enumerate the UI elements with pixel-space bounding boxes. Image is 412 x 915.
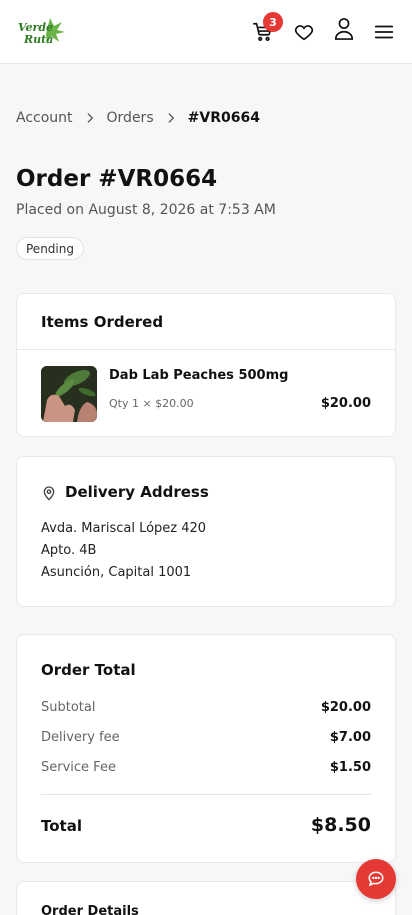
heart-icon bbox=[294, 25, 314, 41]
location-pin-icon bbox=[43, 486, 55, 501]
menu-button[interactable] bbox=[372, 18, 396, 46]
logo-leaf-icon: Verde Ruta bbox=[18, 18, 65, 46]
order-details-heading: Order Details bbox=[41, 904, 139, 915]
brand-logo[interactable]: Verde Ruta bbox=[16, 16, 66, 48]
divider bbox=[17, 349, 395, 350]
total-label: Total bbox=[41, 817, 82, 835]
order-details-card: Order Details bbox=[16, 881, 396, 915]
items-ordered-heading: Items Ordered bbox=[41, 313, 164, 331]
menu-icon bbox=[374, 25, 394, 39]
breadcrumb: Account Orders #VR0664 bbox=[16, 108, 260, 128]
subtotal-label: Subtotal bbox=[41, 700, 96, 715]
delivery-fee-value: $7.00 bbox=[329, 730, 371, 745]
order-total-heading: Order Total bbox=[41, 661, 136, 679]
divider bbox=[41, 794, 371, 795]
address-line: Avda. Mariscal López 420 bbox=[41, 521, 207, 536]
breadcrumb-orders-link[interactable]: Orders bbox=[107, 110, 154, 126]
svg-text:Ruta: Ruta bbox=[23, 33, 53, 46]
product-thumbnail[interactable] bbox=[41, 366, 97, 422]
order-total-card: Order Total Subtotal $20.00 Delivery fee… bbox=[16, 634, 396, 863]
item-price: $20.00 bbox=[320, 396, 371, 411]
top-navigation-bar: Verde Ruta 3 bbox=[0, 0, 412, 64]
cart-count-badge: 3 bbox=[263, 12, 283, 32]
chat-button[interactable] bbox=[356, 859, 396, 899]
chat-bubble-icon bbox=[368, 871, 384, 887]
chevron-right-icon bbox=[83, 111, 97, 125]
page-title: Order #VR0664 bbox=[16, 166, 218, 192]
service-fee-label: Service Fee bbox=[41, 760, 116, 775]
items-ordered-card: Items Ordered Dab Lab Peaches 500mg Qty … bbox=[16, 293, 396, 437]
item-name[interactable]: Dab Lab Peaches 500mg bbox=[109, 368, 288, 383]
service-fee-value: $1.50 bbox=[329, 760, 371, 775]
user-icon bbox=[334, 18, 354, 40]
chevron-right-icon bbox=[164, 111, 178, 125]
delivery-address-heading: Delivery Address bbox=[65, 483, 209, 501]
delivery-fee-label: Delivery fee bbox=[41, 730, 120, 745]
wishlist-button[interactable] bbox=[292, 18, 316, 46]
item-quantity: Qty 1 × $20.00 bbox=[109, 397, 194, 410]
total-value: $8.50 bbox=[310, 814, 371, 836]
delivery-address-card: Delivery Address Avda. Mariscal López 42… bbox=[16, 456, 396, 607]
status-badge: Pending bbox=[16, 237, 84, 260]
product-image bbox=[41, 366, 97, 422]
breadcrumb-account-link[interactable]: Account bbox=[16, 110, 73, 126]
breadcrumb-current: #VR0664 bbox=[187, 110, 260, 126]
subtotal-value: $20.00 bbox=[320, 700, 371, 715]
address-line: Apto. 4B bbox=[41, 543, 97, 558]
account-button[interactable] bbox=[332, 15, 356, 43]
order-placed-date: Placed on August 8, 2026 at 7:53 AM bbox=[16, 202, 276, 218]
address-line: Asunción, Capital 1001 bbox=[41, 565, 192, 580]
